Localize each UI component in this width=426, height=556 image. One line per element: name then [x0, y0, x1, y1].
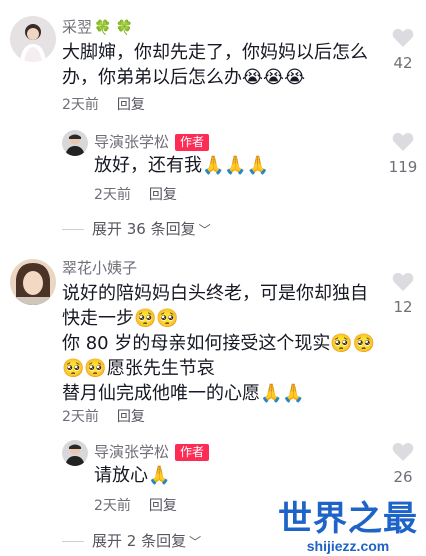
comment-line-text: 办，你弟弟以后怎么办: [62, 67, 242, 88]
reply-line-text: 放好，还有我: [94, 155, 202, 176]
reply-line: 放好，还有我🙏🙏🙏: [94, 153, 269, 178]
comment-1: 采翌 🍀 🍀 大脚婶，你却先走了，你妈妈以后怎么 办，你弟弟以后怎么办😭😭😭 2天…: [0, 0, 426, 245]
timestamp: 2天前: [94, 187, 131, 203]
reply-author[interactable]: 导演张学松 作者: [94, 132, 210, 152]
like-count: 12: [393, 298, 413, 316]
like-button[interactable]: 26: [383, 442, 423, 486]
reply-text: 放好，还有我🙏🙏🙏: [94, 153, 269, 178]
author-badge: 作者: [175, 134, 210, 151]
comment-line: 快走一步🥺🥺: [62, 306, 375, 331]
clover-emoji: 🍀 🍀: [94, 20, 134, 36]
reply-button[interactable]: 回复: [149, 187, 177, 203]
divider: [62, 229, 84, 230]
comment-author[interactable]: 采翌 🍀 🍀: [62, 17, 133, 38]
heart-icon[interactable]: [392, 272, 414, 292]
comment-text: 大脚婶，你却先走了，你妈妈以后怎么 办，你弟弟以后怎么办😭😭😭: [62, 40, 368, 90]
reply-avatar[interactable]: [62, 130, 88, 156]
reply-line: 请放心🙏: [94, 463, 170, 488]
expand-replies-button[interactable]: 展开 2 条回复 ﹀: [62, 532, 201, 551]
comment-line: 办，你弟弟以后怎么办😭😭😭: [62, 65, 368, 90]
author-name[interactable]: 导演张学松: [94, 133, 169, 151]
chevron-down-icon: ﹀: [189, 535, 202, 549]
heart-icon[interactable]: [392, 28, 414, 48]
site-watermark: 世界之最 shijiezz.com: [278, 500, 418, 554]
avatar[interactable]: [10, 259, 56, 305]
reply-line-text: 请放心: [94, 465, 148, 486]
pleading-emoji: 🥺🥺: [62, 358, 107, 379]
reply-avatar[interactable]: [62, 440, 88, 466]
timestamp: 2天前: [62, 409, 99, 425]
divider: [62, 541, 84, 542]
pray-emoji: 🙏🙏: [260, 383, 305, 404]
comment-line: 🥺🥺愿张先生节哀: [62, 356, 375, 381]
pray-emoji: 🙏: [148, 465, 171, 486]
expand-replies-button[interactable]: 展开 36 条回复 ﹀: [62, 220, 211, 239]
like-button[interactable]: 42: [383, 28, 423, 72]
comment-line-text: 愿张先生节哀: [106, 358, 215, 379]
timestamp: 2天前: [94, 498, 131, 514]
like-button[interactable]: 119: [383, 132, 423, 176]
comment-line-text: 你 80 岁的母亲如何接受这个现实: [62, 333, 331, 354]
comment-line: 替月仙完成他唯一的心愿🙏🙏: [62, 381, 375, 406]
pleading-emoji: 🥺🥺: [330, 333, 376, 354]
crying-emoji: 😭😭😭: [242, 67, 306, 88]
comment-line: 大脚婶，你却先走了，你妈妈以后怎么: [62, 42, 368, 63]
reply-author[interactable]: 导演张学松 作者: [94, 442, 210, 462]
chevron-down-icon: ﹀: [198, 223, 211, 237]
comment-text: 说好的陪妈妈白头终老，可是你却独自 快走一步🥺🥺 你 80 岁的母亲如何接受这个…: [62, 281, 375, 406]
heart-icon[interactable]: [392, 442, 414, 462]
reply-button[interactable]: 回复: [117, 97, 145, 113]
comment-line: 你 80 岁的母亲如何接受这个现实🥺🥺: [62, 331, 375, 356]
comment-meta: 2天前 回复: [62, 96, 145, 114]
like-count: 42: [393, 54, 413, 72]
like-count: 26: [393, 468, 413, 486]
reply-meta: 2天前 回复: [94, 186, 177, 204]
avatar[interactable]: [10, 16, 56, 62]
timestamp: 2天前: [62, 97, 99, 113]
reply-meta: 2天前 回复: [94, 497, 177, 515]
reply-button[interactable]: 回复: [149, 498, 177, 514]
reply-text: 请放心🙏: [94, 463, 170, 488]
like-count: 119: [388, 158, 418, 176]
author-name[interactable]: 翠花小姨子: [62, 259, 137, 277]
comment-line-text: 替月仙完成他唯一的心愿: [62, 383, 260, 404]
author-badge: 作者: [175, 444, 210, 461]
pleading-emoji: 🥺🥺: [134, 308, 179, 329]
comment-meta: 2天前 回复: [62, 408, 145, 426]
comment-line: 说好的陪妈妈白头终老，可是你却独自: [62, 283, 368, 304]
watermark-url: shijiezz.com: [306, 538, 390, 554]
expand-label[interactable]: 展开 2 条回复: [92, 532, 186, 550]
comment-line-text: 快走一步: [62, 308, 134, 329]
watermark-logo-text: 世界之最: [278, 499, 418, 539]
heart-icon[interactable]: [392, 132, 414, 152]
author-name[interactable]: 导演张学松: [94, 443, 169, 461]
reply-button[interactable]: 回复: [117, 409, 145, 425]
pray-emoji: 🙏🙏🙏: [202, 155, 270, 176]
expand-label[interactable]: 展开 36 条回复: [92, 220, 196, 238]
author-name[interactable]: 采翌: [62, 18, 92, 36]
like-button[interactable]: 12: [383, 272, 423, 316]
comment-author[interactable]: 翠花小姨子: [62, 258, 137, 278]
